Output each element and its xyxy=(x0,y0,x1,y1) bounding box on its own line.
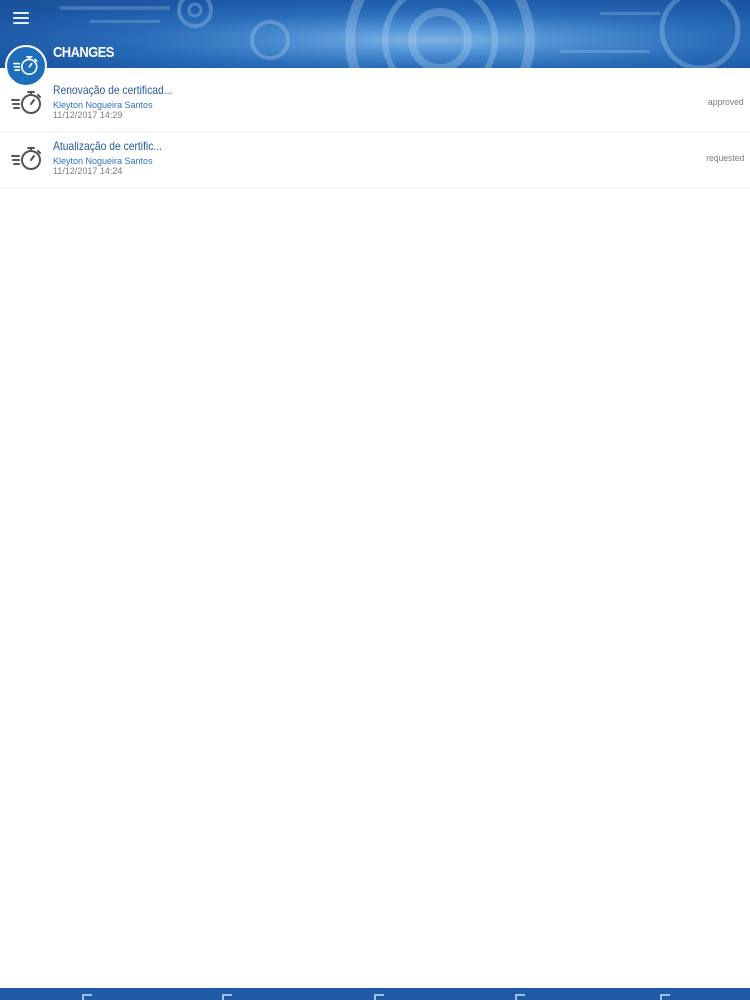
stopwatch-icon xyxy=(12,56,38,76)
stopwatch-icon xyxy=(11,91,41,114)
stopwatch-icon xyxy=(11,147,41,170)
status-label: requested xyxy=(705,153,744,164)
change-title: Renovação de certificad... xyxy=(53,83,173,97)
status-label: approved xyxy=(708,97,744,108)
nav-tab-1[interactable] xyxy=(82,994,92,1000)
app-header: CHANGES xyxy=(0,0,750,68)
change-author: Kleyton Nogueira Santos xyxy=(53,100,153,110)
nav-tab-5[interactable] xyxy=(660,994,670,1000)
page-title: CHANGES xyxy=(53,44,114,61)
nav-tab-4[interactable] xyxy=(515,994,525,1000)
changes-badge xyxy=(5,45,47,87)
list-item[interactable]: Renovação de certificad... Kleyton Nogue… xyxy=(0,76,750,132)
nav-tab-3[interactable] xyxy=(374,994,384,1000)
menu-button[interactable] xyxy=(10,9,34,27)
change-date: 11/12/2017 14:24 xyxy=(53,166,123,176)
list-item[interactable]: Atualização de certific... Kleyton Nogue… xyxy=(0,132,750,188)
bottom-navigation-bar xyxy=(0,988,750,1000)
change-author: Kleyton Nogueira Santos xyxy=(53,156,153,166)
change-title: Atualização de certific... xyxy=(53,139,162,153)
change-date: 11/12/2017 14:29 xyxy=(53,110,123,120)
changes-list: Renovação de certificad... Kleyton Nogue… xyxy=(0,76,750,188)
nav-tab-2[interactable] xyxy=(222,994,232,1000)
